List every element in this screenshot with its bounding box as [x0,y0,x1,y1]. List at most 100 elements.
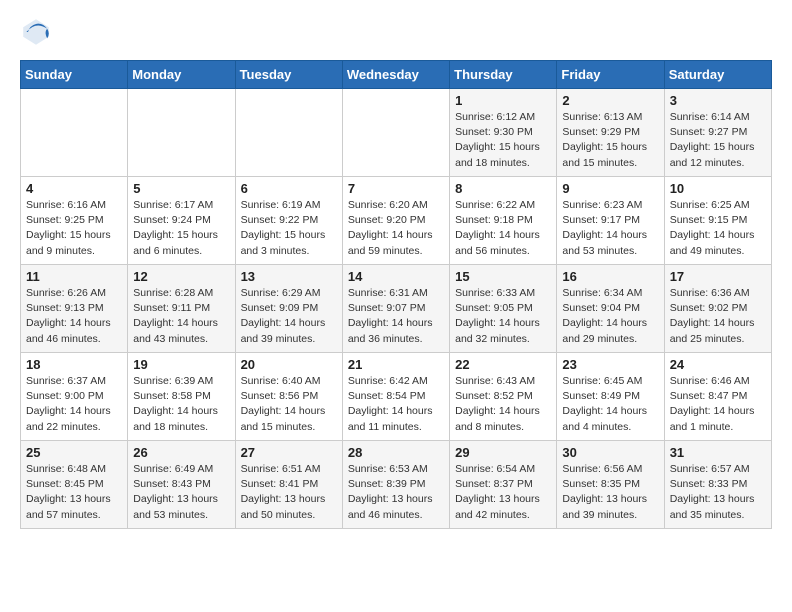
calendar-cell: 16 Sunrise: 6:34 AM Sunset: 9:04 PM Dayli… [557,265,664,353]
day-number: 20 [241,357,337,372]
day-number: 16 [562,269,658,284]
day-number: 15 [455,269,551,284]
day-number: 14 [348,269,444,284]
day-info: Sunrise: 6:36 AM Sunset: 9:02 PM Dayligh… [670,286,766,347]
calendar-cell: 7 Sunrise: 6:20 AM Sunset: 9:20 PM Daylig… [342,177,449,265]
calendar-cell: 3 Sunrise: 6:14 AM Sunset: 9:27 PM Daylig… [664,89,771,177]
calendar-cell: 13 Sunrise: 6:29 AM Sunset: 9:09 PM Dayli… [235,265,342,353]
calendar-cell: 22 Sunrise: 6:43 AM Sunset: 8:52 PM Dayli… [450,353,557,441]
day-info: Sunrise: 6:14 AM Sunset: 9:27 PM Dayligh… [670,110,766,171]
calendar-cell [235,89,342,177]
day-number: 19 [133,357,229,372]
day-number: 27 [241,445,337,460]
day-info: Sunrise: 6:43 AM Sunset: 8:52 PM Dayligh… [455,374,551,435]
day-number: 12 [133,269,229,284]
calendar-header-row: SundayMondayTuesdayWednesdayThursdayFrid… [21,61,772,89]
calendar-cell: 8 Sunrise: 6:22 AM Sunset: 9:18 PM Daylig… [450,177,557,265]
day-info: Sunrise: 6:33 AM Sunset: 9:05 PM Dayligh… [455,286,551,347]
calendar-cell: 21 Sunrise: 6:42 AM Sunset: 8:54 PM Dayli… [342,353,449,441]
day-info: Sunrise: 6:19 AM Sunset: 9:22 PM Dayligh… [241,198,337,259]
calendar-cell: 15 Sunrise: 6:33 AM Sunset: 9:05 PM Dayli… [450,265,557,353]
day-info: Sunrise: 6:23 AM Sunset: 9:17 PM Dayligh… [562,198,658,259]
day-info: Sunrise: 6:13 AM Sunset: 9:29 PM Dayligh… [562,110,658,171]
day-number: 4 [26,181,122,196]
day-info: Sunrise: 6:29 AM Sunset: 9:09 PM Dayligh… [241,286,337,347]
day-number: 5 [133,181,229,196]
day-info: Sunrise: 6:20 AM Sunset: 9:20 PM Dayligh… [348,198,444,259]
day-info: Sunrise: 6:42 AM Sunset: 8:54 PM Dayligh… [348,374,444,435]
day-info: Sunrise: 6:49 AM Sunset: 8:43 PM Dayligh… [133,462,229,523]
day-info: Sunrise: 6:12 AM Sunset: 9:30 PM Dayligh… [455,110,551,171]
day-info: Sunrise: 6:45 AM Sunset: 8:49 PM Dayligh… [562,374,658,435]
header-wednesday: Wednesday [342,61,449,89]
calendar-cell [21,89,128,177]
day-info: Sunrise: 6:56 AM Sunset: 8:35 PM Dayligh… [562,462,658,523]
day-info: Sunrise: 6:28 AM Sunset: 9:11 PM Dayligh… [133,286,229,347]
day-number: 11 [26,269,122,284]
page: SundayMondayTuesdayWednesdayThursdayFrid… [0,0,792,545]
calendar-cell: 30 Sunrise: 6:56 AM Sunset: 8:35 PM Dayli… [557,441,664,529]
day-number: 31 [670,445,766,460]
header-thursday: Thursday [450,61,557,89]
calendar-cell: 29Sunrise: 6:54 AM Sunset: 8:37 PM Dayli… [450,441,557,529]
logo [20,16,56,48]
day-info: Sunrise: 6:40 AM Sunset: 8:56 PM Dayligh… [241,374,337,435]
calendar-cell: 17Sunrise: 6:36 AM Sunset: 9:02 PM Dayli… [664,265,771,353]
calendar-cell: 20 Sunrise: 6:40 AM Sunset: 8:56 PM Dayli… [235,353,342,441]
day-info: Sunrise: 6:22 AM Sunset: 9:18 PM Dayligh… [455,198,551,259]
day-number: 8 [455,181,551,196]
day-number: 6 [241,181,337,196]
day-info: Sunrise: 6:17 AM Sunset: 9:24 PM Dayligh… [133,198,229,259]
day-info: Sunrise: 6:46 AM Sunset: 8:47 PM Dayligh… [670,374,766,435]
day-number: 1 [455,93,551,108]
header [20,16,772,48]
day-info: Sunrise: 6:34 AM Sunset: 9:04 PM Dayligh… [562,286,658,347]
day-number: 9 [562,181,658,196]
week-row-4: 25 Sunrise: 6:48 AM Sunset: 8:45 PM Dayli… [21,441,772,529]
calendar-cell [128,89,235,177]
day-number: 7 [348,181,444,196]
calendar-table: SundayMondayTuesdayWednesdayThursdayFrid… [20,60,772,529]
day-info: Sunrise: 6:37 AM Sunset: 9:00 PM Dayligh… [26,374,122,435]
logo-icon [20,16,52,48]
calendar-cell: 1 Sunrise: 6:12 AM Sunset: 9:30 PM Daylig… [450,89,557,177]
day-info: Sunrise: 6:25 AM Sunset: 9:15 PM Dayligh… [670,198,766,259]
header-monday: Monday [128,61,235,89]
calendar-cell: 24Sunrise: 6:46 AM Sunset: 8:47 PM Dayli… [664,353,771,441]
calendar-cell: 23 Sunrise: 6:45 AM Sunset: 8:49 PM Dayli… [557,353,664,441]
week-row-1: 4Sunrise: 6:16 AM Sunset: 9:25 PM Daylig… [21,177,772,265]
day-info: Sunrise: 6:51 AM Sunset: 8:41 PM Dayligh… [241,462,337,523]
day-info: Sunrise: 6:39 AM Sunset: 8:58 PM Dayligh… [133,374,229,435]
day-number: 29 [455,445,551,460]
calendar-cell: 27 Sunrise: 6:51 AM Sunset: 8:41 PM Dayli… [235,441,342,529]
day-number: 21 [348,357,444,372]
day-info: Sunrise: 6:26 AM Sunset: 9:13 PM Dayligh… [26,286,122,347]
header-tuesday: Tuesday [235,61,342,89]
calendar-cell: 19 Sunrise: 6:39 AM Sunset: 8:58 PM Dayli… [128,353,235,441]
day-info: Sunrise: 6:57 AM Sunset: 8:33 PM Dayligh… [670,462,766,523]
day-number: 30 [562,445,658,460]
calendar-cell: 26Sunrise: 6:49 AM Sunset: 8:43 PM Dayli… [128,441,235,529]
day-number: 18 [26,357,122,372]
header-friday: Friday [557,61,664,89]
calendar-cell: 11 Sunrise: 6:26 AM Sunset: 9:13 PM Dayli… [21,265,128,353]
week-row-3: 18 Sunrise: 6:37 AM Sunset: 9:00 PM Dayli… [21,353,772,441]
header-sunday: Sunday [21,61,128,89]
day-number: 25 [26,445,122,460]
calendar-cell: 2 Sunrise: 6:13 AM Sunset: 9:29 PM Daylig… [557,89,664,177]
calendar-cell: 12 Sunrise: 6:28 AM Sunset: 9:11 PM Dayli… [128,265,235,353]
week-row-0: 1 Sunrise: 6:12 AM Sunset: 9:30 PM Daylig… [21,89,772,177]
day-number: 2 [562,93,658,108]
day-number: 22 [455,357,551,372]
day-number: 3 [670,93,766,108]
calendar-cell: 28Sunrise: 6:53 AM Sunset: 8:39 PM Dayli… [342,441,449,529]
day-number: 23 [562,357,658,372]
calendar-cell: 25 Sunrise: 6:48 AM Sunset: 8:45 PM Dayli… [21,441,128,529]
day-number: 13 [241,269,337,284]
calendar-cell: 14Sunrise: 6:31 AM Sunset: 9:07 PM Dayli… [342,265,449,353]
calendar-cell [342,89,449,177]
day-info: Sunrise: 6:48 AM Sunset: 8:45 PM Dayligh… [26,462,122,523]
calendar-cell: 31 Sunrise: 6:57 AM Sunset: 8:33 PM Dayli… [664,441,771,529]
day-number: 10 [670,181,766,196]
calendar-cell: 9 Sunrise: 6:23 AM Sunset: 9:17 PM Daylig… [557,177,664,265]
